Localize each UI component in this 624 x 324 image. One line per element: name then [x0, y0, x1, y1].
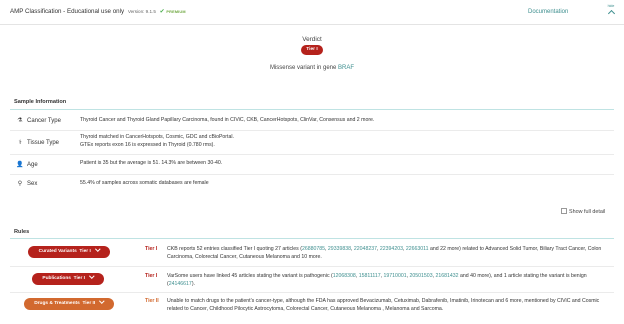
- sex-label: Sex: [27, 181, 38, 187]
- show-full-detail-toggle[interactable]: Show full detail: [561, 208, 605, 216]
- pubmed-link[interactable]: 20501503: [410, 273, 433, 279]
- rule-tier-label: Tier I: [145, 246, 158, 252]
- row-divider: [10, 292, 614, 293]
- rule-name: Publications: [42, 276, 71, 281]
- pubmed-link[interactable]: 26880785: [302, 246, 325, 252]
- rule-name: Drugs & Treatments: [34, 301, 80, 306]
- verdict-desc-text: Missense variant in gene: [269, 65, 339, 71]
- app-header: AMP Classification - Educational use onl…: [0, 0, 624, 25]
- publications-text: VarSome users have linked 45 articles st…: [167, 273, 587, 288]
- body-icon: ⚕: [18, 140, 22, 146]
- show-full-detail-label: Show full detail: [569, 209, 606, 215]
- chevron-up-icon: [607, 9, 615, 18]
- tissue-type-value-line2: GTEx reports exon 16 is expressed in Thy…: [80, 142, 215, 148]
- premium-badge: PREMIUM: [166, 10, 186, 14]
- pubmed-link[interactable]: 22663011: [406, 246, 429, 252]
- rule-tier-label: Tier I: [145, 273, 158, 279]
- chevron-down-icon: [89, 273, 95, 279]
- person-icon: 👤: [16, 162, 24, 168]
- cancer-type-label: Cancer Type: [27, 118, 61, 124]
- app-title: AMP Classification - Educational use onl…: [10, 8, 186, 16]
- rule-btn-tier: Tier II: [82, 301, 96, 306]
- rule-text-part: ).: [191, 281, 195, 288]
- version-label: Version: 9.1.5: [127, 9, 156, 14]
- curated-variants-text: CKB reports 52 entries classified Tier I…: [167, 246, 602, 261]
- pubmed-link[interactable]: 12068308: [333, 273, 356, 279]
- sex-row: ⚲ Sex 55.4% of samples across somatic da…: [10, 175, 614, 193]
- age-label: Age: [27, 162, 38, 168]
- app-title-text: AMP Classification - Educational use onl…: [10, 8, 125, 15]
- curated-variants-button[interactable]: Curated Variants Tier I: [28, 246, 110, 258]
- gene-link[interactable]: BRAF: [338, 65, 354, 71]
- row-divider: [10, 266, 614, 267]
- tissue-type-value-line1: Thyroid matched in CancerHotspots, Cosmi…: [80, 134, 234, 140]
- pubmed-link[interactable]: 22048237: [354, 246, 377, 252]
- rules-heading: Rules: [14, 229, 30, 235]
- age-row: 👤 Age Patient is 35 but the average is 5…: [10, 155, 614, 173]
- hide-panel-button[interactable]: hide: [604, 4, 618, 18]
- pubmed-link[interactable]: 22394203: [380, 246, 403, 252]
- rule-tier-label: Tier II: [145, 298, 159, 304]
- pubmed-link[interactable]: 21681432: [435, 273, 458, 279]
- cancer-type-value: Thyroid Cancer and Thyroid Gland Papilla…: [80, 117, 375, 123]
- age-value: Patient is 35 but the average is 51. 14.…: [80, 160, 223, 166]
- chevron-down-icon: [99, 298, 105, 304]
- drugs-treatments-text: Unable to match drugs to the patient's c…: [167, 298, 600, 313]
- section-divider: [10, 109, 614, 110]
- tissue-type-row: ⚕ Tissue Type Thyroid matched in CancerH…: [10, 131, 614, 153]
- publications-button[interactable]: Publications Tier I: [32, 273, 104, 285]
- pubmed-link[interactable]: 24146617: [169, 281, 192, 287]
- rule-text-part: CKB reports 52 entries classified Tier I…: [167, 246, 302, 252]
- verdict-tier-badge: Tier I: [301, 45, 323, 55]
- rule-btn-tier: Tier I: [79, 249, 91, 254]
- pubmed-link[interactable]: 29339838: [328, 246, 351, 252]
- tissue-type-label: Tissue Type: [27, 140, 60, 146]
- sex-value: 55.4% of samples across somatic database…: [80, 180, 209, 186]
- rule-btn-tier: Tier I: [73, 276, 85, 281]
- check-icon: ✔: [159, 9, 165, 15]
- chevron-down-icon: [95, 246, 101, 252]
- show-full-detail-checkbox[interactable]: [561, 208, 567, 214]
- drugs-treatments-button[interactable]: Drugs & Treatments Tier II: [24, 298, 114, 310]
- verdict-title: Verdict: [302, 36, 322, 43]
- rule-text-part: VarSome users have linked 45 articles st…: [167, 273, 333, 279]
- documentation-link[interactable]: Documentation: [528, 8, 568, 16]
- rule-name: Curated Variants: [38, 249, 77, 254]
- sample-info-heading: Sample Information: [14, 99, 67, 105]
- verdict-description: Missense variant in gene BRAF: [0, 64, 624, 72]
- microscope-icon: ⚗: [17, 118, 23, 124]
- sex-icon: ⚲: [17, 181, 23, 187]
- pubmed-link[interactable]: 15811117: [359, 273, 381, 279]
- cancer-type-row: ⚗ Cancer Type Thyroid Cancer and Thyroid…: [10, 112, 614, 130]
- hide-label: hide: [607, 4, 615, 8]
- pubmed-link[interactable]: 19710001: [384, 273, 407, 279]
- section-divider: [10, 238, 614, 239]
